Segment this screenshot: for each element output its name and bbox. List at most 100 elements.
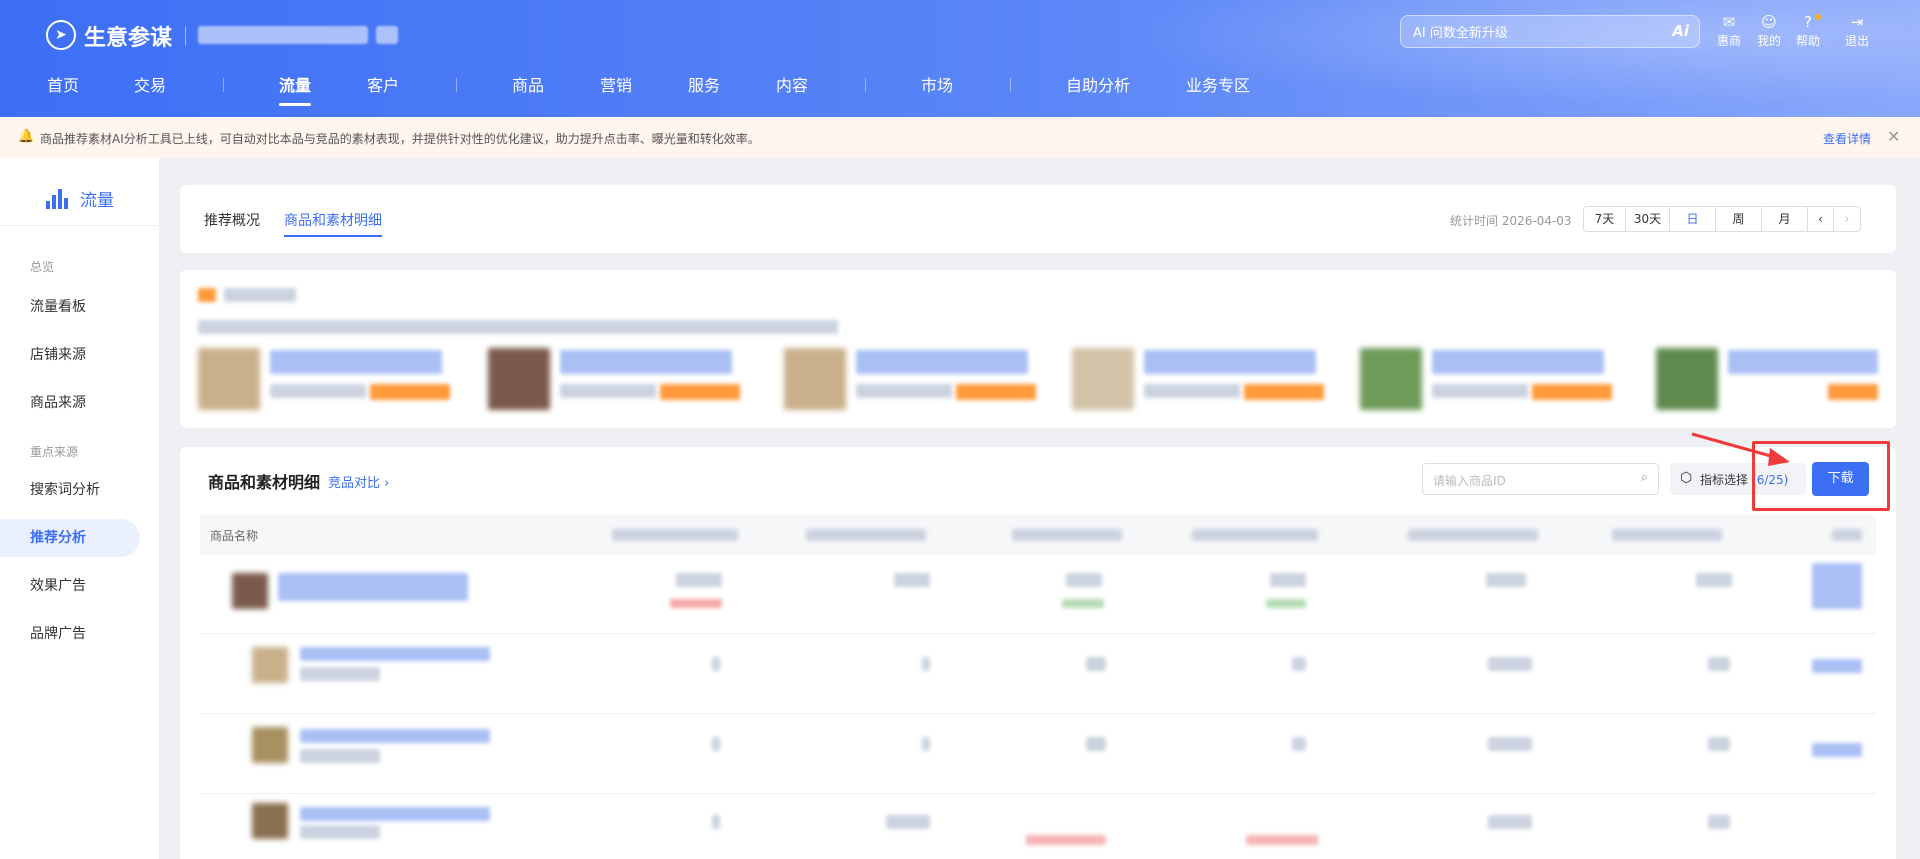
tab-overview[interactable]: 推荐概况: [204, 210, 260, 230]
period-week[interactable]: 周: [1716, 207, 1762, 231]
row-actions-blurred[interactable]: [1812, 659, 1862, 673]
row-thumbnail[interactable]: [252, 727, 288, 763]
column-header-blurred[interactable]: [1408, 529, 1538, 541]
search-icon[interactable]: ⌕: [1641, 470, 1648, 485]
row-value-blurred: [712, 657, 720, 671]
period-30d[interactable]: 30天: [1626, 207, 1670, 231]
blurred-heading: [224, 288, 296, 302]
nav-divider: [456, 78, 457, 92]
row-actions-blurred[interactable]: [1812, 563, 1862, 609]
column-header-blurred[interactable]: [1612, 529, 1722, 541]
compass-logo-icon[interactable]: ➤: [46, 20, 76, 50]
product-thumbnail[interactable]: [1072, 348, 1134, 410]
row-title-blurred[interactable]: [300, 807, 490, 821]
product-badge-blurred: [370, 384, 450, 400]
tool-label: 惠商: [1716, 34, 1741, 48]
product-thumbnail[interactable]: [1656, 348, 1718, 410]
column-header-blurred[interactable]: [1832, 529, 1862, 541]
period-day[interactable]: 日: [1670, 207, 1716, 231]
row-value-blurred: [712, 815, 720, 829]
sidebar-item-shop-source[interactable]: 店铺来源: [0, 336, 140, 374]
chevron-left-icon[interactable]: ‹: [1808, 207, 1834, 231]
product-title-blurred[interactable]: [1144, 350, 1316, 374]
sidebar-item-brand-ads[interactable]: 品牌广告: [0, 615, 140, 653]
tool-logout[interactable]: ⇥ 退出: [1840, 12, 1874, 49]
product-meta-blurred: [560, 384, 656, 398]
row-title-blurred[interactable]: [278, 573, 468, 601]
row-value-blurred: [922, 737, 930, 751]
product-title-blurred[interactable]: [270, 350, 442, 374]
sidebar-item-search-words[interactable]: 搜索词分析: [0, 471, 140, 509]
row-value-blurred: [1488, 815, 1532, 829]
product-title-blurred[interactable]: [560, 350, 732, 374]
sidebar-title[interactable]: 流量: [46, 186, 114, 211]
row-value-blurred: [1708, 737, 1730, 751]
user-icon: ☺: [1761, 13, 1777, 31]
tab-goods-material[interactable]: 商品和素材明细: [284, 210, 382, 237]
product-thumbnail[interactable]: [198, 348, 260, 410]
nav-traffic[interactable]: 流量: [279, 72, 312, 106]
nav-marketing[interactable]: 营销: [600, 72, 632, 96]
product-title-blurred[interactable]: [1728, 350, 1878, 374]
ai-search-input[interactable]: AI 问数全新升级 Ai: [1400, 15, 1700, 48]
sidebar-item-recommend[interactable]: 推荐分析: [0, 519, 140, 557]
nav-self-analysis[interactable]: 自助分析: [1066, 72, 1130, 96]
sidebar-item-goods-source[interactable]: 商品来源: [0, 384, 140, 422]
row-thumbnail[interactable]: [252, 803, 288, 839]
tool-mine[interactable]: ☺ 我的: [1752, 12, 1786, 49]
nav-market[interactable]: 市场: [921, 72, 953, 96]
product-badge-blurred: [956, 384, 1036, 400]
sidebar-item-traffic-board[interactable]: 流量看板: [0, 288, 140, 326]
app-name[interactable]: 生意参谋: [84, 20, 172, 52]
nav-business-zone[interactable]: 业务专区: [1186, 72, 1250, 96]
product-thumbnail[interactable]: [488, 348, 550, 410]
row-thumbnail[interactable]: [232, 573, 268, 609]
nav-customer[interactable]: 客户: [367, 72, 399, 96]
nav-home[interactable]: 首页: [47, 72, 79, 96]
row-trend-blurred: [1266, 599, 1306, 608]
ai-icon[interactable]: Ai: [1672, 22, 1689, 40]
product-title-blurred[interactable]: [1432, 350, 1604, 374]
sidebar-title-label: 流量: [80, 191, 114, 211]
product-meta-blurred: [856, 384, 952, 398]
product-meta-blurred: [1144, 384, 1240, 398]
column-goods-name[interactable]: 商品名称: [210, 527, 258, 544]
competitor-compare-link[interactable]: 竞品对比 ›: [328, 472, 389, 491]
column-header-blurred[interactable]: [1192, 529, 1318, 541]
goods-material-table-card: 商品和素材明细 竞品对比 › 请输入商品ID ⌕ ⬡ 指标选择 (6/25) 下载…: [180, 447, 1896, 859]
notice-detail-link[interactable]: 查看详情: [1823, 130, 1871, 147]
nav-goods[interactable]: 商品: [512, 72, 544, 96]
chevron-right-icon[interactable]: ›: [1834, 207, 1860, 231]
row-title-blurred[interactable]: [300, 647, 490, 661]
period-month[interactable]: 月: [1762, 207, 1808, 231]
row-value-blurred: [894, 573, 930, 587]
sidebar-item-effect-ads[interactable]: 效果广告: [0, 567, 140, 605]
goods-id-search-input[interactable]: 请输入商品ID ⌕: [1422, 463, 1659, 495]
tool-huishang[interactable]: ✉ 惠商: [1712, 12, 1746, 49]
row-title-blurred[interactable]: [300, 729, 490, 743]
product-badge-blurred: [1244, 384, 1324, 400]
notification-dot: [1815, 14, 1821, 20]
row-divider: [200, 633, 1876, 634]
nav-service[interactable]: 服务: [688, 72, 720, 96]
tabs-card: 推荐概况 商品和素材明细 统计时间 2026-04-03 7天 30天 日 周 …: [180, 185, 1896, 253]
shop-tag-blurred: [376, 26, 398, 44]
recommendation-card: [180, 270, 1896, 428]
product-thumbnail[interactable]: [1360, 348, 1422, 410]
product-title-blurred[interactable]: [856, 350, 1028, 374]
row-value-blurred: [1292, 737, 1306, 751]
nav-content[interactable]: 内容: [776, 72, 808, 96]
column-header-blurred[interactable]: [612, 529, 738, 541]
tool-help[interactable]: ? 帮助: [1791, 12, 1825, 49]
close-icon[interactable]: ✕: [1887, 127, 1900, 146]
row-thumbnail[interactable]: [252, 647, 288, 683]
notice-bar: 🔔 商品推荐素材AI分析工具已上线，可自动对比本品与竞品的素材表现，并提供针对性…: [0, 117, 1920, 158]
top-header: ➤ 生意参谋 首页 交易 流量 客户 商品 营销 服务 内容 市场 自助分析 业…: [0, 0, 1920, 117]
sidebar-divider: [0, 225, 159, 226]
nav-trade[interactable]: 交易: [134, 72, 166, 96]
column-header-blurred[interactable]: [1012, 529, 1122, 541]
row-actions-blurred[interactable]: [1812, 743, 1862, 757]
column-header-blurred[interactable]: [806, 529, 926, 541]
period-7d[interactable]: 7天: [1584, 207, 1626, 231]
product-thumbnail[interactable]: [784, 348, 846, 410]
